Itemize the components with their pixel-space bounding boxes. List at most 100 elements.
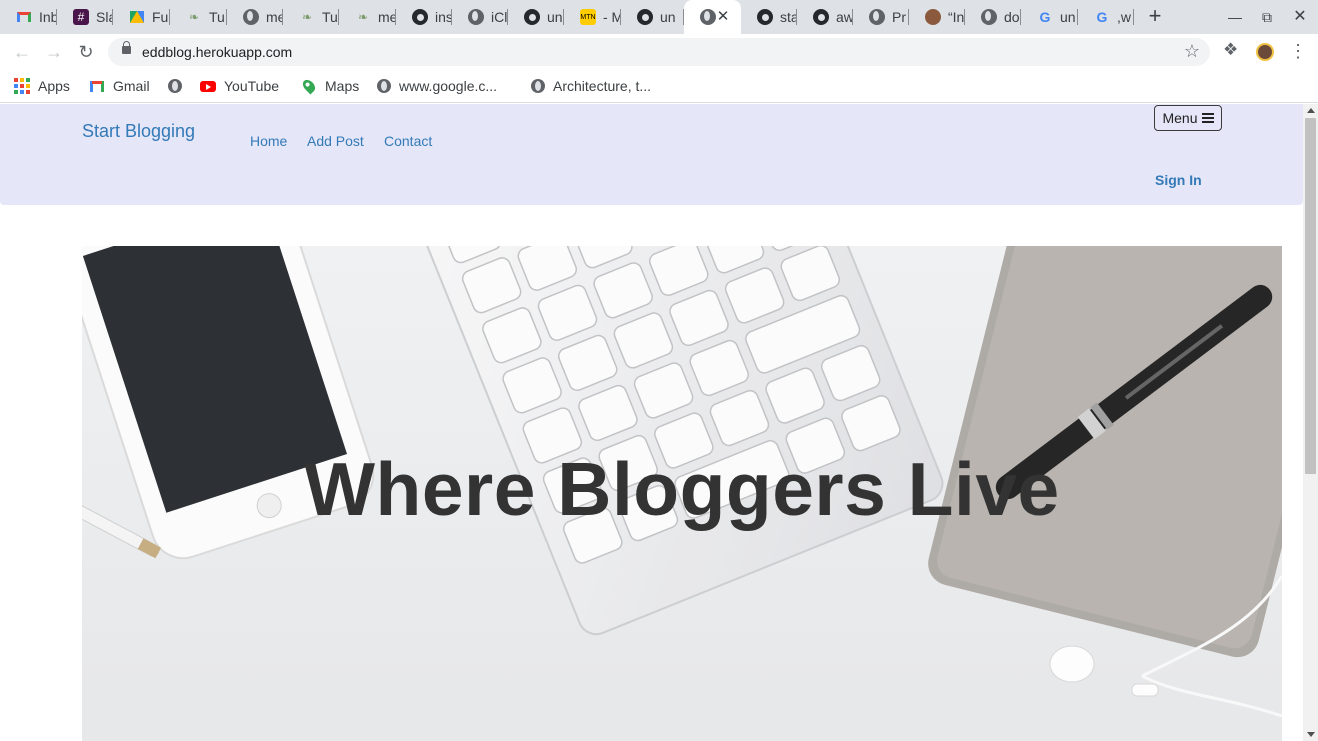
browser-tab[interactable]: MTN - M <box>564 0 621 34</box>
tab-title: me <box>266 9 283 25</box>
globe-icon <box>168 79 182 93</box>
bookmark-globe[interactable] <box>168 76 182 96</box>
tab-title: Inb <box>39 9 57 25</box>
gmail-icon <box>16 9 32 25</box>
tree-icon: ❧ <box>357 10 369 24</box>
tab-title: do <box>1004 9 1020 25</box>
globe-icon <box>869 9 885 25</box>
mtn-icon: MTN <box>580 9 596 25</box>
browser-tab[interactable]: sta <box>741 0 797 34</box>
hero-title: Where Bloggers Live <box>304 447 1060 531</box>
browser-tab[interactable]: aw <box>797 0 853 34</box>
scroll-up-arrow-icon[interactable] <box>1307 108 1315 113</box>
bookmark-gmail[interactable]: Gmail <box>89 76 150 96</box>
globe-icon <box>468 9 484 25</box>
youtube-icon <box>200 78 216 94</box>
tab-title: iCl <box>491 9 508 25</box>
tab-title: Sla <box>96 9 113 25</box>
browser-tab[interactable]: un <box>508 0 564 34</box>
avatar-icon <box>925 9 941 25</box>
github-icon <box>757 9 773 25</box>
extensions-puzzle-icon[interactable]: ❖ <box>1223 40 1238 60</box>
tab-title: - M <box>603 9 621 25</box>
scroll-thumb[interactable] <box>1305 118 1316 474</box>
browser-tab[interactable]: ✕ <box>684 0 741 34</box>
google-icon: G <box>1096 9 1108 25</box>
browser-tab[interactable]: Gun <box>1021 0 1078 34</box>
forward-button[interactable]: → <box>42 41 66 63</box>
reload-button[interactable]: ↻ <box>74 41 98 63</box>
url-text[interactable]: eddblog.herokuapp.com <box>142 44 292 60</box>
tab-title: ,w <box>1117 9 1131 25</box>
browser-toolbar: ← → ↻ eddblog.herokuapp.com ☆ <box>0 34 1318 70</box>
globe-icon <box>531 79 545 93</box>
browser-tab[interactable]: ins <box>396 0 452 34</box>
tab-title: me <box>378 9 396 25</box>
google-drive-icon <box>129 9 145 25</box>
nav-contact-link[interactable]: Contact <box>384 133 432 149</box>
tab-title: un <box>547 9 563 25</box>
browser-tab[interactable]: un <box>621 0 684 34</box>
gmail-icon <box>89 78 105 94</box>
browser-tab[interactable]: G ,w <box>1078 0 1134 34</box>
profile-avatar[interactable] <box>1256 43 1274 61</box>
browser-menu-icon[interactable]: ⋮ <box>1289 41 1307 61</box>
browser-tab[interactable]: ❧ Tu <box>283 0 339 34</box>
menu-toggle-button[interactable]: Menu <box>1154 105 1222 131</box>
bookmark-label: Architecture, t... <box>553 78 652 94</box>
scroll-down-arrow-icon[interactable] <box>1307 732 1315 737</box>
bookmark-label: Apps <box>38 78 70 94</box>
browser-tab[interactable]: me <box>227 0 283 34</box>
tab-title: ins <box>435 9 452 25</box>
globe-icon <box>981 9 997 25</box>
bookmark-label: YouTube <box>224 78 280 94</box>
site-navbar: Start Blogging Home Add Post Contact Men… <box>0 104 1303 205</box>
minimize-button[interactable]: — <box>1225 7 1245 27</box>
bookmark-star-icon[interactable]: ☆ <box>1184 41 1200 62</box>
back-button[interactable]: ← <box>10 41 34 63</box>
slack-icon: # <box>73 9 89 25</box>
tab-title: un <box>660 9 676 25</box>
browser-tab[interactable]: # Sla <box>57 0 113 34</box>
google-icon: G <box>1039 9 1051 25</box>
browser-tab[interactable]: “In <box>909 0 965 34</box>
brand-link[interactable]: Start Blogging <box>82 121 195 142</box>
hamburger-icon <box>1201 113 1214 123</box>
lock-icon[interactable] <box>122 41 131 54</box>
github-icon <box>637 9 653 25</box>
bookmark-google[interactable]: www.google.c... <box>377 76 497 96</box>
bookmark-maps[interactable]: Maps <box>300 76 360 96</box>
bookmark-apps[interactable]: Apps <box>14 76 70 96</box>
browser-tab[interactable]: ❧ me <box>339 0 396 34</box>
close-tab-icon[interactable]: ✕ <box>715 9 731 25</box>
new-tab-button[interactable]: + <box>1144 5 1166 29</box>
bookmark-label: Maps <box>325 78 360 94</box>
nav-home-link[interactable]: Home <box>250 133 287 149</box>
hero-banner: Where Bloggers Live <box>82 246 1282 741</box>
tab-title: un <box>1060 9 1076 25</box>
address-bar[interactable]: eddblog.herokuapp.com ☆ <box>108 38 1210 66</box>
browser-tab[interactable]: do <box>965 0 1021 34</box>
maps-icon <box>300 77 318 95</box>
sign-in-link[interactable]: Sign In <box>1155 172 1202 188</box>
browser-tab[interactable]: Inb <box>0 0 57 34</box>
browser-tab[interactable]: ❧ Tu <box>170 0 227 34</box>
browser-tab[interactable]: Fu <box>113 0 170 34</box>
close-window-button[interactable]: ✕ <box>1290 7 1310 27</box>
github-icon <box>524 9 540 25</box>
nav-add-post-link[interactable]: Add Post <box>307 133 364 149</box>
browser-tab[interactable]: iCl <box>452 0 508 34</box>
bookmark-youtube[interactable]: YouTube <box>200 76 279 96</box>
restore-button[interactable]: ⧉ <box>1257 7 1277 27</box>
bookmark-label: www.google.c... <box>399 78 498 94</box>
tab-title: sta <box>780 9 797 25</box>
tab-title: aw <box>836 9 853 25</box>
page-scrollbar[interactable] <box>1303 104 1318 741</box>
bookmark-architecture[interactable]: Architecture, t... <box>531 76 651 96</box>
github-icon <box>813 9 829 25</box>
tab-title: “In <box>948 9 965 25</box>
globe-icon <box>377 79 391 93</box>
browser-tab[interactable]: Pr <box>853 0 909 34</box>
tree-icon: ❧ <box>301 10 313 24</box>
page-viewport: Start Blogging Home Add Post Contact Men… <box>0 104 1318 741</box>
